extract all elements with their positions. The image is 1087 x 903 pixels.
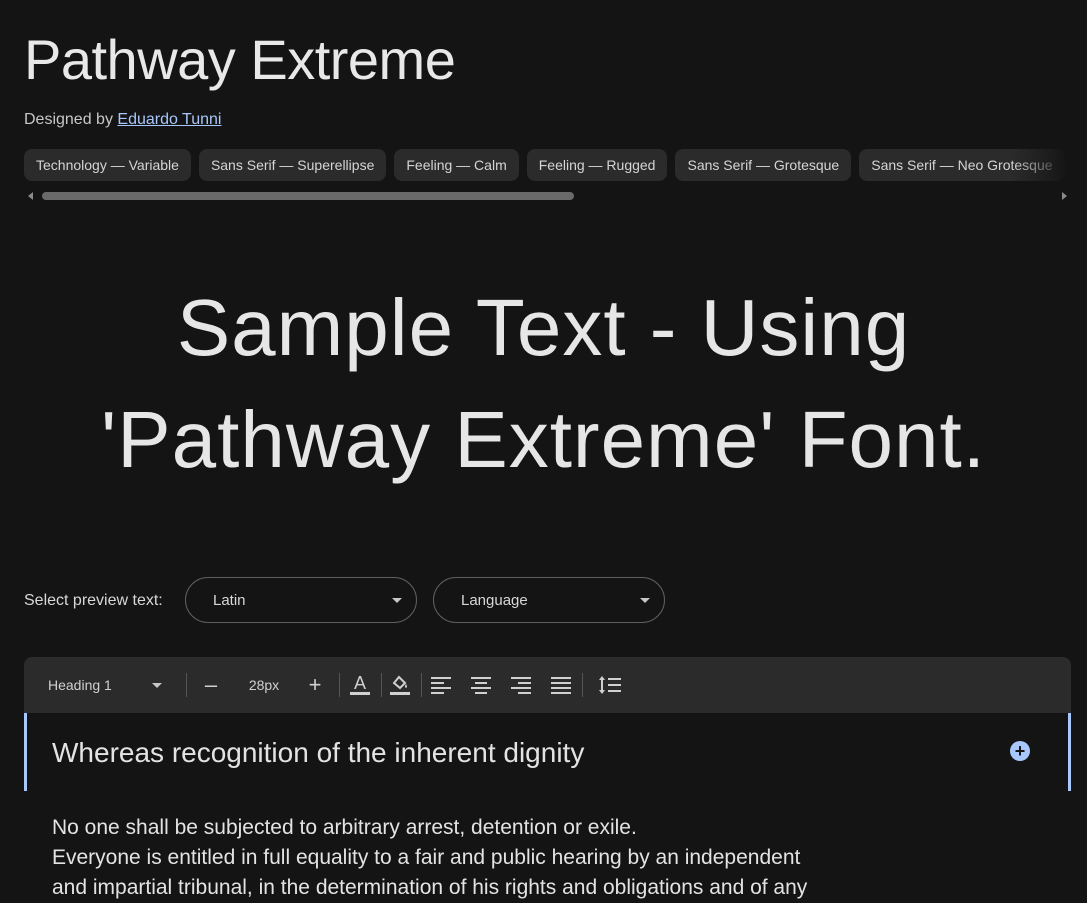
script-select-value: Latin (213, 592, 246, 609)
decrease-size-button[interactable]: – (200, 657, 222, 713)
line-spacing-icon[interactable] (598, 657, 622, 713)
paragraph-block[interactable]: No one shall be subjected to arbitrary a… (52, 813, 972, 903)
tag-chip[interactable]: Sans Serif — Superellipse (198, 149, 387, 181)
align-right-icon[interactable] (509, 657, 533, 713)
designer-link[interactable]: Eduardo Tunni (117, 111, 221, 128)
text-style-select[interactable]: Heading 1 (48, 657, 162, 713)
paragraph-line: and impartial tribunal, in the determina… (52, 876, 808, 899)
designed-by-label: Designed by (24, 111, 113, 128)
toolbar-divider (339, 673, 340, 697)
toolbar-divider (582, 673, 583, 697)
paragraph-line: Everyone is entitled in full equality to… (52, 846, 801, 869)
scroll-left-arrow-icon[interactable] (28, 192, 33, 200)
language-select[interactable]: Language (433, 577, 665, 623)
language-select-value: Language (461, 592, 528, 609)
toolbar-divider (421, 673, 422, 697)
increase-size-button[interactable]: + (304, 657, 326, 713)
chevron-down-icon (151, 682, 162, 688)
tag-chip[interactable]: Technology — Variable (24, 149, 191, 181)
editor-toolbar: Heading 1 – 28px + A (24, 657, 1071, 713)
toolbar-divider (381, 673, 382, 697)
sample-line: 'Pathway Extreme' Font. (101, 395, 986, 484)
tag-chip[interactable]: Sans Serif — Grotesque (675, 149, 852, 181)
script-select[interactable]: Latin (185, 577, 417, 623)
text-style-value: Heading 1 (48, 677, 112, 693)
preview-label: Select preview text: (24, 592, 163, 609)
tags-scrollbar[interactable] (24, 190, 1071, 202)
align-justify-icon[interactable] (549, 657, 573, 713)
text-color-icon[interactable]: A (348, 657, 372, 713)
scroll-thumb[interactable] (42, 192, 574, 200)
toolbar-divider (186, 673, 187, 697)
svg-text:A: A (354, 673, 366, 693)
paragraph-line: No one shall be subjected to arbitrary a… (52, 816, 637, 839)
add-block-icon[interactable]: + (1010, 741, 1030, 761)
align-center-icon[interactable] (469, 657, 493, 713)
chevron-down-icon (392, 598, 402, 603)
heading-block[interactable]: Whereas recognition of the inherent dign… (24, 713, 1071, 791)
designer-line: Designed by Eduardo Tunni (24, 110, 221, 130)
heading-text[interactable]: Whereas recognition of the inherent dign… (52, 735, 584, 771)
tag-chip[interactable]: Feeling — Rugged (526, 149, 668, 181)
tags-fade (1011, 149, 1071, 181)
sample-text: Sample Text - Using 'Pathway Extreme' Fo… (0, 272, 1087, 496)
align-left-icon[interactable] (429, 657, 453, 713)
font-title: Pathway Extreme (24, 28, 456, 91)
tag-chip[interactable]: Feeling — Calm (394, 149, 519, 181)
chevron-down-icon (640, 598, 650, 603)
font-size-value[interactable]: 28px (244, 657, 284, 713)
sample-line: Sample Text - Using (176, 283, 911, 372)
fill-color-icon[interactable] (388, 657, 412, 713)
tag-list: Technology — Variable Sans Serif — Super… (24, 149, 1071, 181)
scroll-right-arrow-icon[interactable] (1062, 192, 1067, 200)
